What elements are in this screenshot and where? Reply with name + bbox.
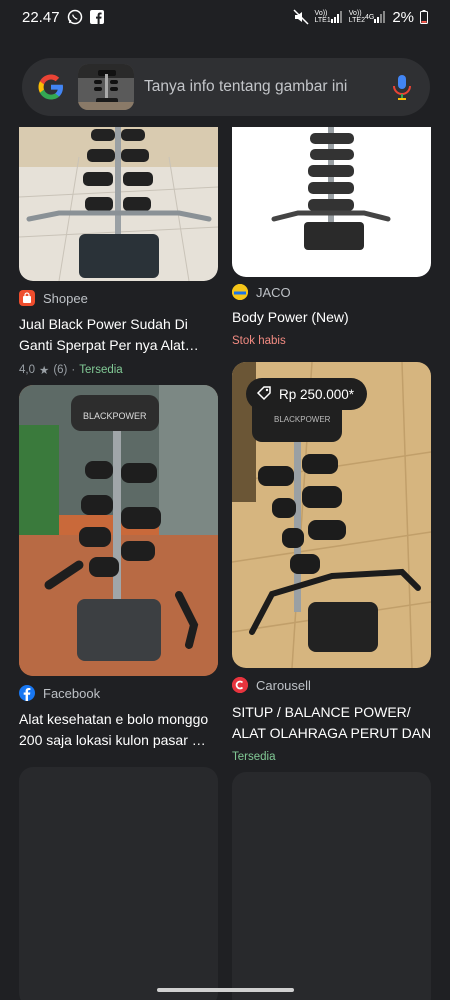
whatsapp-icon <box>67 9 83 25</box>
network-label-1: Vo)) LTE1 <box>314 10 331 24</box>
price-badge: Rp 250.000* <box>246 378 368 410</box>
stock-status: Stok habis <box>232 335 286 347</box>
result-source: Carousell <box>256 677 311 693</box>
battery-percent: 2% <box>392 8 414 26</box>
status-bar: 22.47 Vo)) LTE1 Vo)) LTE2 4G 2% <box>0 0 450 34</box>
availability: Tersedia <box>232 751 276 763</box>
mute-icon <box>293 9 309 25</box>
home-indicator[interactable] <box>157 988 294 992</box>
result-card-jaco[interactable]: JACO Body Power (New) Stok habis <box>232 127 431 347</box>
result-source: JACO <box>256 284 291 300</box>
svg-text:BLACKPOWER: BLACKPOWER <box>274 415 331 424</box>
shopee-icon <box>19 290 35 306</box>
result-card-facebook[interactable]: BLACKPOWER Facebook Alat kesehatan e bol… <box>19 385 218 751</box>
facebook-icon <box>89 10 104 24</box>
result-source-row: JACO <box>232 284 431 300</box>
result-source-row: Shopee <box>19 290 218 306</box>
price-tag-icon <box>256 385 272 404</box>
google-logo-icon[interactable] <box>36 72 66 102</box>
search-bar[interactable]: Tanya info tentang gambar ini <box>22 58 430 116</box>
result-image[interactable] <box>19 127 218 281</box>
result-placeholder <box>232 772 431 1000</box>
network-label-3: 4G <box>364 13 375 21</box>
result-source-row: Facebook <box>19 685 218 701</box>
result-title-line-1[interactable]: Alat kesehatan e bolo monggo <box>19 709 218 730</box>
search-placeholder[interactable]: Tanya info tentang gambar ini <box>144 78 390 96</box>
result-source-row: Carousell <box>232 677 431 693</box>
result-title[interactable]: Jual Black Power Sudah Di Ganti Sperpat … <box>19 314 209 356</box>
result-image[interactable]: BLACKPOWER Rp 250.000* <box>232 362 431 668</box>
result-image[interactable]: BLACKPOWER <box>19 385 218 676</box>
result-title-line-2[interactable]: 200 saja lokasi kulon pasar … <box>19 730 218 751</box>
result-card-shopee[interactable]: Shopee Jual Black Power Sudah Di Ganti S… <box>19 127 218 377</box>
result-rating-row: 4,0 ★ (6) · Tersedia <box>19 363 218 377</box>
price-value: Rp 250.000* <box>279 386 355 402</box>
result-image[interactable] <box>232 127 431 277</box>
jaco-icon <box>232 284 248 300</box>
separator-dot: · <box>71 364 76 376</box>
network-label-2: Vo)) LTE2 <box>348 10 365 24</box>
review-count: (6) <box>53 364 68 376</box>
star-icon: ★ <box>39 365 50 377</box>
mic-icon[interactable] <box>390 73 414 101</box>
rating-value: 4,0 <box>19 364 35 376</box>
availability: Tersedia <box>79 364 123 376</box>
search-image-thumbnail[interactable] <box>78 64 134 110</box>
signal-sim2-icon: Vo)) LTE2 4G <box>349 10 387 24</box>
result-placeholder <box>19 767 218 1000</box>
result-source: Facebook <box>43 685 101 701</box>
svg-text:BLACKPOWER: BLACKPOWER <box>83 411 147 421</box>
result-title[interactable]: Body Power (New) <box>232 307 431 328</box>
result-source: Shopee <box>43 290 88 306</box>
result-title-line-1[interactable]: SITUP / BALANCE POWER/ <box>232 702 431 723</box>
result-card-carousell[interactable]: BLACKPOWER Rp 250.000* Carousell SITUP /… <box>232 362 431 763</box>
clock: 22.47 <box>22 8 60 26</box>
carousell-icon <box>232 677 248 693</box>
result-title-line-2[interactable]: ALAT OLAHRAGA PERUT DAN… <box>232 723 431 744</box>
battery-icon <box>420 10 428 24</box>
facebook-source-icon <box>19 685 35 701</box>
signal-sim1-icon: Vo)) LTE1 <box>315 10 343 24</box>
